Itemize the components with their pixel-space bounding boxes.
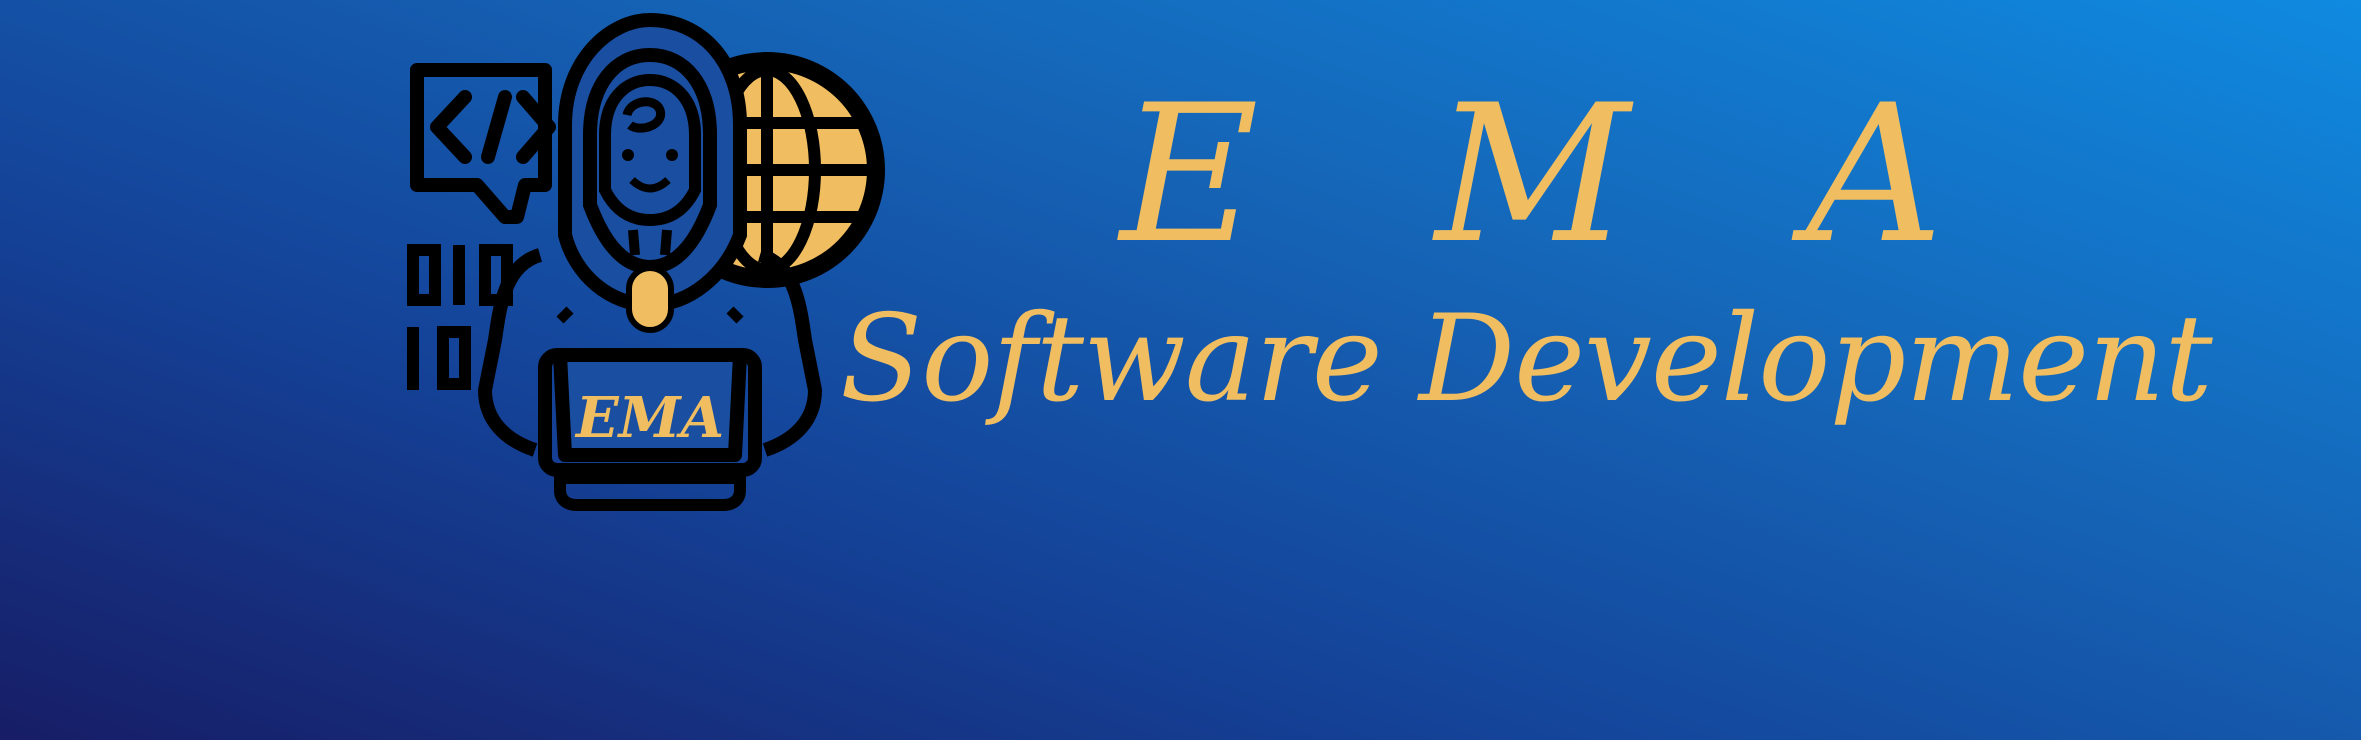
laptop-icon: EMA [538, 348, 762, 511]
ema-logo: EMA [407, 12, 885, 511]
laptop-label: EMA [574, 385, 724, 451]
header-banner: EMA E M A Software Development [0, 0, 2361, 740]
brand-title: E M A [1120, 64, 2002, 285]
brand-subtitle: Software Development [840, 290, 2213, 429]
code-bubble-icon [410, 63, 556, 224]
